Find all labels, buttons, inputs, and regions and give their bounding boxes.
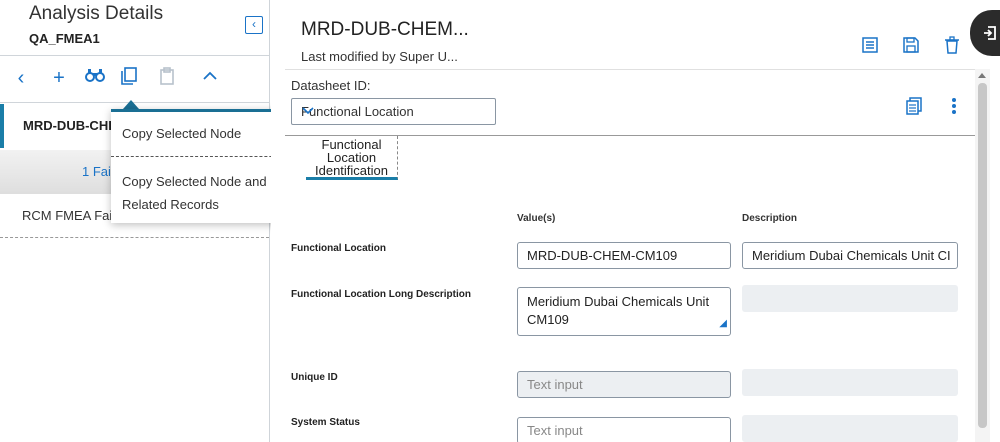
long-description-label: Functional Location Long Description xyxy=(291,289,471,300)
unique-id-label: Unique ID xyxy=(291,372,338,383)
scroll-up-icon[interactable] xyxy=(978,73,986,78)
long-description-textarea[interactable]: Meridium Dubai Chemicals Unit CM109 ◢ xyxy=(517,287,731,336)
system-status-description xyxy=(742,415,958,442)
panel-title: Analysis Details xyxy=(29,3,164,24)
more-options-icon[interactable] xyxy=(951,97,957,120)
chevron-left-icon[interactable]: ‹ xyxy=(245,16,263,34)
unique-id-description xyxy=(742,369,958,396)
system-status-label: System Status xyxy=(291,417,360,428)
copy-datasheet-icon[interactable] xyxy=(905,97,923,120)
popup-arrow xyxy=(123,100,139,109)
record-title: MRD-DUB-CHEM... xyxy=(301,19,469,40)
description-column-header: Description xyxy=(742,213,798,224)
binoculars-icon[interactable] xyxy=(84,67,106,89)
scroll-thumb[interactable] xyxy=(978,83,987,428)
record-manager-icon[interactable] xyxy=(861,36,879,54)
last-modified-text: Last modified by Super U... xyxy=(301,49,458,64)
long-description-value: Meridium Dubai Chemicals Unit CM109 xyxy=(527,294,710,327)
delete-icon[interactable] xyxy=(943,36,961,54)
resize-icon[interactable]: ◢ xyxy=(719,315,727,333)
chevron-down-icon xyxy=(301,103,486,120)
tab-functional-location-identification[interactable]: Functional Location Identification xyxy=(306,136,398,180)
save-icon[interactable] xyxy=(902,36,920,54)
content-scrollbar[interactable] xyxy=(975,69,990,442)
copy-selected-node-item[interactable]: Copy Selected Node xyxy=(122,126,241,141)
chevron-up-icon[interactable] xyxy=(199,67,221,89)
copy-node-and-records-item[interactable]: Copy Selected Node and Related Records xyxy=(122,170,292,216)
tree-node-label: MRD-DUB-CHE xyxy=(23,118,117,133)
functional-location-input[interactable]: MRD-DUB-CHEM-CM109 xyxy=(517,242,731,269)
datasheet-id-label: Datasheet ID: xyxy=(291,78,371,93)
paste-icon[interactable] xyxy=(156,67,178,89)
tree-toolbar: ‹ + xyxy=(0,55,269,103)
unique-id-input[interactable]: Text input xyxy=(517,371,731,398)
copy-icon[interactable] xyxy=(118,67,140,89)
system-status-input[interactable]: Text input xyxy=(517,417,731,442)
failures-link[interactable]: 1 Fai xyxy=(82,164,111,179)
datasheet-select[interactable]: Functional Location xyxy=(291,98,496,125)
add-icon[interactable]: + xyxy=(48,67,70,89)
tree-node-label: RCM FMEA Failu xyxy=(22,208,123,223)
datasheet-content: Datasheet ID: Functional Location Functi… xyxy=(285,69,975,442)
back-icon[interactable]: ‹ xyxy=(10,67,32,89)
analysis-name: QA_FMEA1 xyxy=(29,31,100,46)
functional-location-description: Meridium Dubai Chemicals Unit CI xyxy=(742,242,958,269)
functional-location-label: Functional Location xyxy=(291,243,386,254)
long-description-description xyxy=(742,285,958,312)
values-column-header: Value(s) xyxy=(517,213,556,224)
